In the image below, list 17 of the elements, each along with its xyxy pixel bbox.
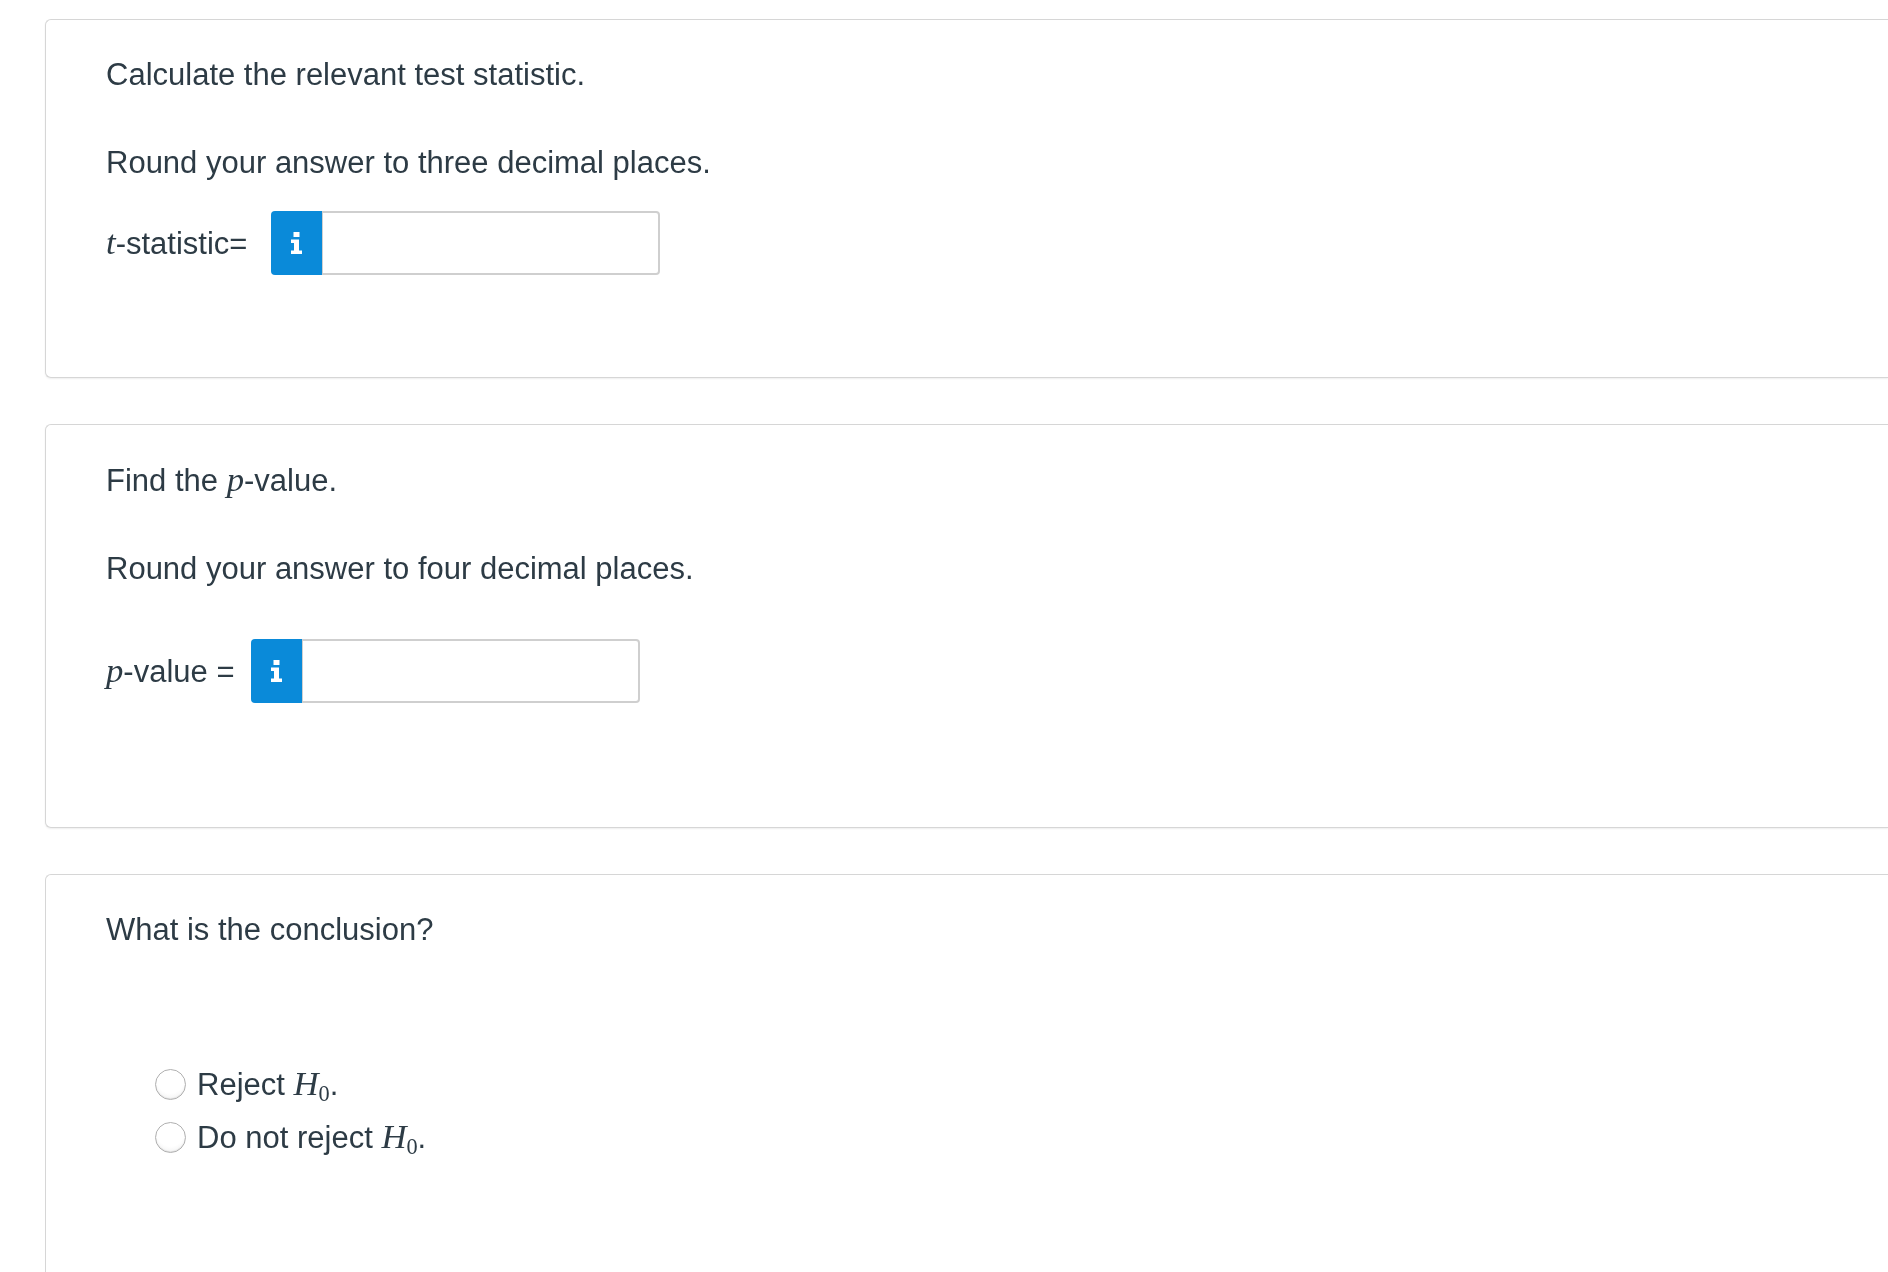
rounding-instruction: Round your answer to three decimal places. (106, 144, 712, 182)
option-label: Do not reject H$_{0}$. (197, 1116, 427, 1158)
radio-button[interactable] (155, 1121, 186, 1153)
answer-field[interactable] (301, 639, 640, 703)
info-button[interactable] (271, 211, 323, 275)
answer-label: t-statistic= (106, 222, 248, 264)
question-prompt: Find the p-value. (106, 460, 339, 501)
radio-button[interactable] (155, 1068, 186, 1100)
info-icon (270, 660, 282, 682)
info-icon (291, 232, 303, 254)
answer-label: p-value = (106, 650, 235, 692)
option-label: Reject H$_{0}$. (197, 1063, 339, 1105)
info-button[interactable] (250, 639, 302, 703)
rounding-instruction: Round your answer to four decimal places. (106, 550, 695, 588)
answer-field[interactable] (322, 211, 661, 275)
question-prompt: Calculate the relevant test statistic. (106, 56, 586, 94)
question-prompt: What is the conclusion? (106, 911, 435, 949)
